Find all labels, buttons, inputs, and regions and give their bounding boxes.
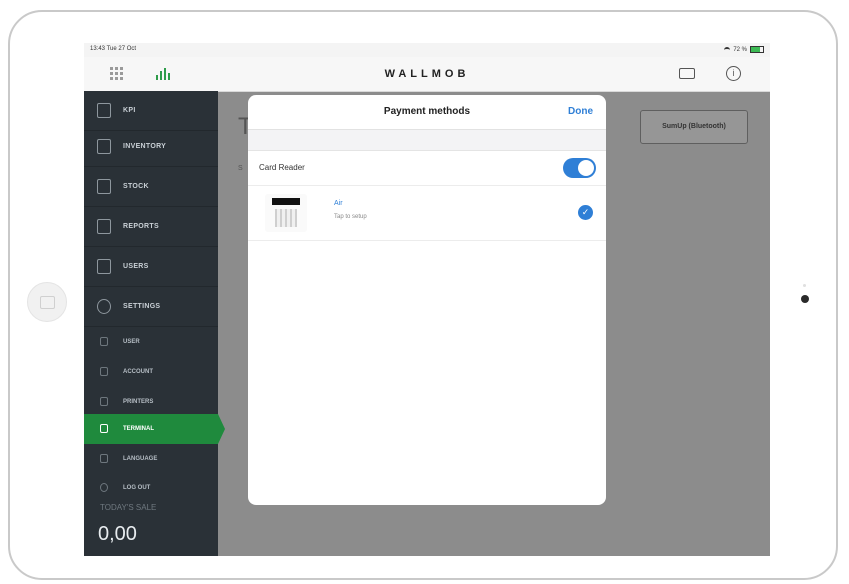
modal-header: Payment methods Done [248, 95, 606, 130]
sidebar-item-users[interactable]: USERS [84, 247, 218, 287]
battery-icon [750, 46, 764, 53]
todays-sale-value: 0,00 [98, 523, 137, 545]
card-reader-device-row[interactable]: Air Tap to setup ✓ [248, 186, 606, 241]
sidebar: KPI INVENTORY STOCK REPORTS USERS SETTIN… [84, 91, 225, 556]
done-button[interactable]: Done [568, 106, 593, 117]
sidebar-item-kpi[interactable]: KPI [84, 91, 218, 131]
sidebar-subitem-label: LANGUAGE [123, 456, 158, 462]
users-icon [97, 259, 111, 274]
section-separator [248, 130, 606, 151]
device-name: Air [334, 200, 343, 207]
language-icon [100, 454, 108, 463]
logout-icon [100, 483, 108, 492]
sidebar-item-inventory[interactable]: INVENTORY [84, 127, 218, 167]
sidebar-subitem-user[interactable]: USER [84, 327, 218, 357]
printer-icon [100, 397, 108, 406]
battery-percent: 72 % [733, 46, 747, 53]
account-icon [100, 367, 108, 376]
sensor-dot [803, 284, 806, 287]
user-icon [100, 337, 108, 346]
status-right: 72 % [724, 46, 764, 53]
printer-icon[interactable] [679, 68, 695, 79]
sidebar-subitem-label: ACCOUNT [123, 369, 153, 375]
card-reader-label: Card Reader [259, 163, 305, 172]
sidebar-subitem-label: USER [123, 339, 140, 345]
sidebar-item-reports[interactable]: REPORTS [84, 207, 218, 247]
sidebar-subitem-account[interactable]: ACCOUNT [84, 357, 218, 387]
brand-logo: WALLMOB [384, 68, 470, 80]
sidebar-item-label: INVENTORY [123, 143, 167, 150]
sidebar-item-label: KPI [123, 107, 136, 114]
sidebar-subitem-terminal[interactable]: TERMINAL [84, 414, 225, 444]
card-reader-row: Card Reader [248, 151, 606, 186]
sidebar-item-settings[interactable]: SETTINGS [84, 287, 218, 327]
todays-sale-label: TODAY'S SALE [100, 503, 157, 512]
stock-icon [97, 179, 111, 194]
page-subtitle: S [238, 165, 243, 172]
card-reader-image [265, 194, 307, 232]
terminal-icon [100, 424, 108, 433]
sidebar-item-label: USERS [123, 263, 149, 270]
device-subtitle: Tap to setup [334, 214, 367, 220]
toggle-knob [578, 160, 594, 176]
kpi-icon [97, 103, 111, 118]
sidebar-item-stock[interactable]: STOCK [84, 167, 218, 207]
sidebar-subitem-language[interactable]: LANGUAGE [84, 444, 218, 474]
home-button[interactable] [27, 282, 67, 322]
sidebar-item-label: STOCK [123, 183, 149, 190]
reports-icon [97, 219, 111, 234]
payment-methods-modal: Payment methods Done Card Reader Air Tap… [248, 95, 606, 505]
camera [801, 295, 809, 303]
status-bar: 13:43 Tue 27 Oct 72 % [84, 43, 770, 57]
sidebar-subitem-logout[interactable]: LOG OUT [84, 473, 218, 503]
gear-icon [97, 299, 111, 314]
top-navbar: WALLMOB i [84, 57, 770, 92]
sidebar-subitem-label: LOG OUT [123, 485, 151, 491]
screen: 13:43 Tue 27 Oct 72 % WALLMOB i KPI INVE… [84, 43, 770, 556]
sumup-bluetooth-button[interactable]: SumUp (Bluetooth) [640, 110, 748, 144]
info-icon[interactable]: i [726, 66, 741, 81]
checkmark-icon: ✓ [578, 205, 593, 220]
sidebar-subitem-printers[interactable]: PRINTERS [84, 387, 218, 417]
sidebar-item-label: SETTINGS [123, 303, 161, 310]
sidebar-item-label: REPORTS [123, 223, 159, 230]
status-time: 13:43 Tue 27 Oct [90, 46, 137, 52]
sidebar-subitem-label: TERMINAL [123, 426, 154, 432]
card-reader-toggle[interactable] [563, 158, 596, 178]
sidebar-subitem-label: PRINTERS [123, 399, 154, 405]
wifi-icon [724, 46, 731, 53]
modal-title: Payment methods [383, 106, 471, 117]
inventory-icon [97, 139, 111, 154]
